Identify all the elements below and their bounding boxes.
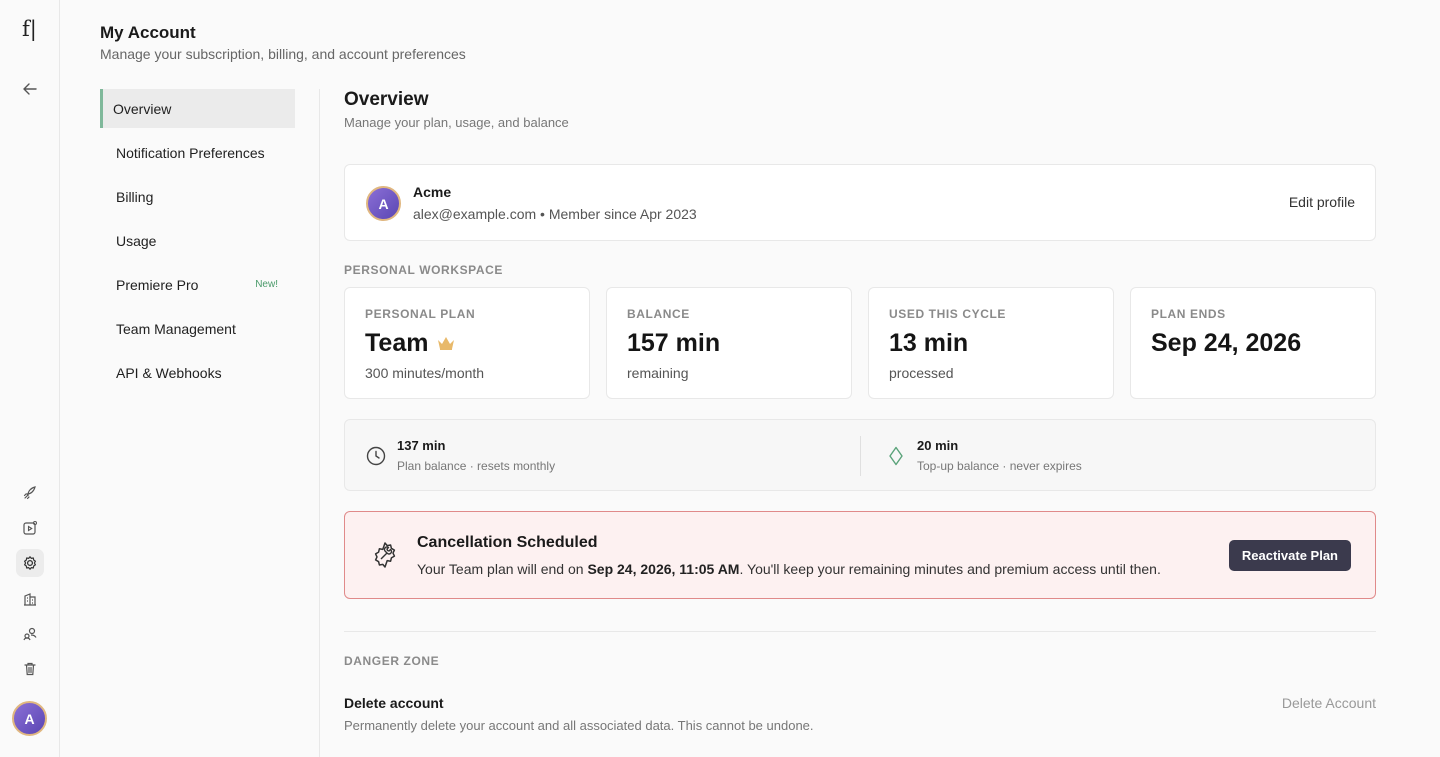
section-divider (344, 631, 1376, 632)
stat-card-plan: PERSONAL PLAN Team 300 minutes/month (344, 287, 590, 399)
crown-icon (436, 329, 456, 358)
rocket-icon[interactable] (16, 479, 44, 507)
delete-account-button[interactable]: Delete Account (1282, 695, 1376, 711)
cancellation-date: Sep 24, 2026, 11:05 AM (587, 561, 740, 577)
building-icon[interactable] (16, 585, 44, 613)
settings-icon[interactable] (16, 549, 44, 577)
nav-item-notification-preferences[interactable]: Notification Preferences (100, 133, 295, 172)
workspace-label: PERSONAL WORKSPACE (344, 263, 504, 277)
gear-wrench-icon (369, 539, 401, 571)
settings-nav: Overview Notification Preferences Billin… (100, 89, 295, 397)
cancellation-msg-suffix: . You'll keep your remaining minutes and… (739, 561, 1161, 577)
stat-value: 13 min (889, 329, 969, 357)
trash-icon[interactable] (16, 655, 44, 683)
clock-icon (365, 445, 387, 467)
reactivate-plan-button[interactable]: Reactivate Plan (1228, 540, 1351, 571)
nav-item-label: Overview (113, 100, 172, 117)
nav-item-label: Notification Preferences (116, 144, 265, 161)
stat-value: 157 min (627, 329, 721, 357)
cancellation-title: Cancellation Scheduled (417, 534, 598, 551)
back-arrow-icon[interactable] (20, 79, 40, 99)
nav-item-label: Premiere Pro (116, 276, 199, 293)
stat-value: Sep 24, 2026 (1151, 329, 1302, 357)
danger-zone-label: DANGER ZONE (344, 654, 440, 668)
cancellation-msg-prefix: Your Team plan will end on (417, 561, 588, 577)
balance-divider (860, 436, 861, 476)
plan-name: Team (365, 329, 429, 357)
balance-desc: Top-up balance · never expires (917, 459, 1082, 473)
stat-card-plan-ends: PLAN ENDS Sep 24, 2026 (1130, 287, 1376, 399)
nav-item-overview[interactable]: Overview (100, 89, 295, 128)
balance-breakdown: 137 min Plan balance · resets monthly 20… (344, 419, 1376, 491)
balance-value: 20 min (917, 438, 959, 453)
nav-item-label: API & Webhooks (116, 364, 222, 381)
balance-value: 137 min (397, 438, 446, 453)
video-icon[interactable] (16, 514, 44, 542)
section-title: Overview (344, 89, 429, 110)
app-logo[interactable]: f| (22, 16, 40, 42)
nav-divider (319, 89, 320, 757)
cancellation-banner: Cancellation Scheduled Your Team plan wi… (344, 511, 1376, 599)
stats-row: PERSONAL PLAN Team 300 minutes/month BAL… (344, 287, 1376, 399)
stat-card-used: USED THIS CYCLE 13 min processed (868, 287, 1114, 399)
user-avatar[interactable]: A (12, 701, 47, 736)
nav-item-label: Usage (116, 232, 157, 249)
stat-desc: remaining (627, 365, 689, 381)
edit-profile-button[interactable]: Edit profile (1289, 194, 1355, 210)
nav-item-premiere-pro[interactable]: Premiere Pro New! (100, 265, 295, 304)
stat-value: Team (365, 329, 456, 358)
icon-rail: f| A (0, 0, 60, 757)
stat-label: BALANCE (627, 307, 690, 321)
cancellation-message: Your Team plan will end on Sep 24, 2026,… (417, 561, 1161, 577)
stat-desc: processed (889, 365, 954, 381)
delete-account-title: Delete account (344, 695, 444, 711)
profile-avatar: A (366, 186, 401, 221)
profile-name: Acme (413, 184, 452, 200)
new-badge: New! (255, 279, 278, 290)
page-title: My Account (100, 23, 196, 42)
profile-meta: alex@example.com • Member since Apr 2023 (413, 206, 697, 222)
profile-card: A Acme alex@example.com • Member since A… (344, 164, 1376, 241)
stat-label: USED THIS CYCLE (889, 307, 1007, 321)
stat-desc: 300 minutes/month (365, 365, 485, 381)
stat-label: PERSONAL PLAN (365, 307, 476, 321)
nav-item-usage[interactable]: Usage (100, 221, 295, 260)
nav-item-api-webhooks[interactable]: API & Webhooks (100, 353, 295, 392)
diamond-icon (885, 445, 907, 467)
balance-desc: Plan balance · resets monthly (397, 459, 556, 473)
page-subtitle: Manage your subscription, billing, and a… (100, 46, 466, 62)
section-subtitle: Manage your plan, usage, and balance (344, 115, 569, 130)
stat-label: PLAN ENDS (1151, 307, 1226, 321)
nav-item-billing[interactable]: Billing (100, 177, 295, 216)
stat-card-balance: BALANCE 157 min remaining (606, 287, 852, 399)
nav-item-team-management[interactable]: Team Management (100, 309, 295, 348)
nav-item-label: Billing (116, 188, 154, 205)
users-icon[interactable] (16, 620, 44, 648)
delete-account-desc: Permanently delete your account and all … (344, 718, 814, 733)
nav-item-label: Team Management (116, 320, 236, 337)
